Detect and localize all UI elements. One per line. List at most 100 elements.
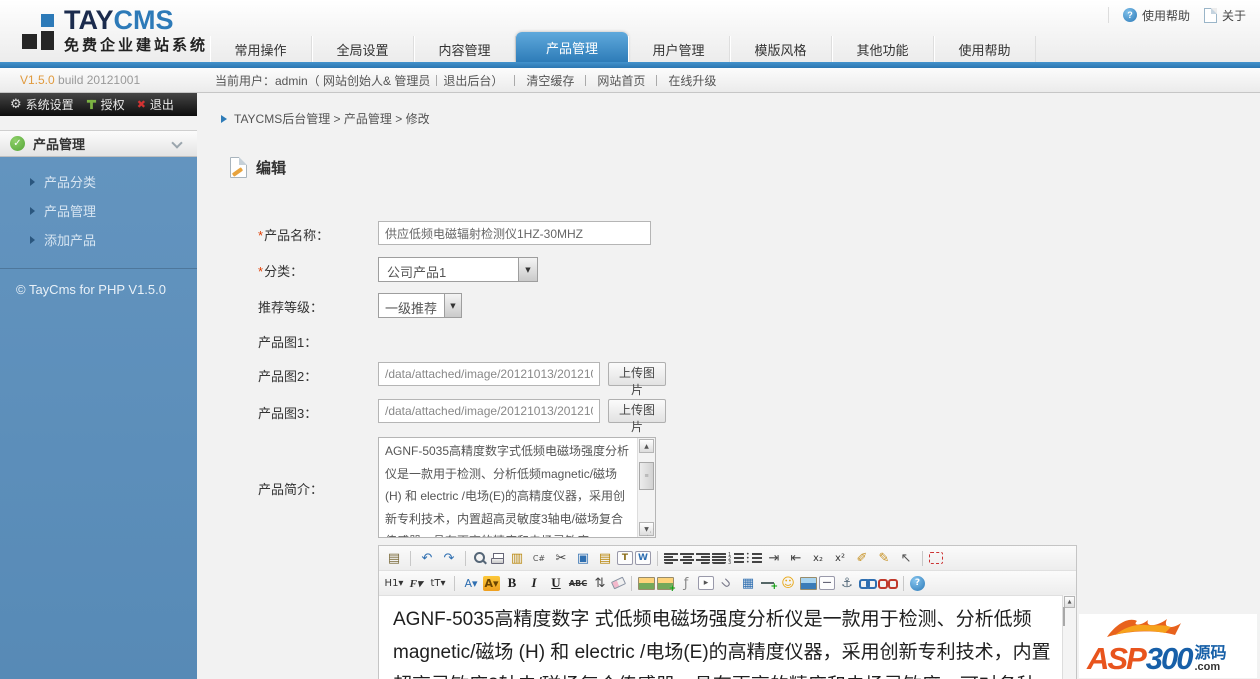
paste-icon[interactable]: ▤ xyxy=(595,548,615,568)
required-asterisk: * xyxy=(258,228,264,243)
about-icon[interactable] xyxy=(910,575,925,591)
flash-icon[interactable]: ƒ xyxy=(676,573,696,593)
dropdown-arrow-icon[interactable] xyxy=(444,294,461,317)
align-justify-icon[interactable] xyxy=(712,552,726,564)
align-left-icon[interactable] xyxy=(664,552,678,564)
quick-format-icon[interactable]: ✎ xyxy=(874,548,894,568)
horizontal-rule-icon[interactable] xyxy=(760,577,778,592)
unlink-icon[interactable] xyxy=(878,577,898,589)
format-brush-icon[interactable]: ✐ xyxy=(852,548,872,568)
line-height-icon[interactable]: ⇅ xyxy=(590,573,610,593)
indent-icon[interactable]: ⇥ xyxy=(764,548,784,568)
help-link[interactable]: 使用帮助 xyxy=(1122,7,1190,24)
template-icon[interactable]: ▥ xyxy=(507,548,527,568)
clear-cache-link[interactable]: 清空缓存 xyxy=(526,72,574,89)
tab-content-mgmt[interactable]: 内容管理 xyxy=(414,36,516,62)
tab-user-mgmt[interactable]: 用户管理 xyxy=(628,36,730,62)
font-size-icon[interactable]: tT▾ xyxy=(428,573,448,593)
tab-template-style[interactable]: 模版风格 xyxy=(730,36,832,62)
scroll-up-icon[interactable]: ▲ xyxy=(639,439,654,453)
table-icon[interactable]: ▦ xyxy=(738,573,758,593)
paste-as-text-icon[interactable]: T xyxy=(617,551,633,565)
image-icon[interactable] xyxy=(638,576,655,590)
product-image2-input[interactable] xyxy=(378,362,600,386)
sidebar-item-product-mgmt[interactable]: 产品管理 xyxy=(0,196,197,225)
text-color-icon[interactable]: A▾ xyxy=(461,573,481,593)
highlight-color-icon[interactable]: A▾ xyxy=(483,575,500,591)
undo-icon[interactable]: ↶ xyxy=(417,548,437,568)
site-home-link[interactable]: 网站首页 xyxy=(597,72,645,89)
main-nav-tabs: 常用操作 全局设置 内容管理 产品管理 用户管理 模版风格 其他功能 使用帮助 xyxy=(210,32,1036,62)
page-icon xyxy=(1203,7,1217,23)
product-intro-textarea[interactable]: AGNF-5035高精度数字式低频电磁场强度分析仪是一款用于检测、分析低频mag… xyxy=(378,437,656,538)
scrollbar-thumb[interactable] xyxy=(1063,607,1065,626)
tab-common-ops[interactable]: 常用操作 xyxy=(210,36,312,62)
paste-from-word-icon[interactable]: W xyxy=(635,551,651,565)
strikethrough-icon[interactable]: ABC xyxy=(568,573,588,593)
attachment-icon[interactable]: ∪ xyxy=(712,569,740,597)
bold-icon[interactable]: B xyxy=(502,573,522,593)
editor-content[interactable]: AGNF-5035高精度数字 式低频电磁场强度分析仪是一款用于检测、分析低频ma… xyxy=(379,595,1063,679)
multi-image-icon[interactable] xyxy=(657,576,676,594)
textarea-scrollbar[interactable]: ▲ ≡ ▼ ⋰ xyxy=(637,438,655,537)
emoticon-icon[interactable]: ☺ xyxy=(778,573,798,593)
redo-icon[interactable]: ↷ xyxy=(439,548,459,568)
required-asterisk: * xyxy=(258,264,264,279)
authorize-button[interactable]: 授权 xyxy=(86,96,125,113)
underline-icon[interactable]: U xyxy=(546,573,566,593)
tab-product-mgmt[interactable]: 产品管理 xyxy=(516,32,628,62)
asp300-watermark: ASP 300 源码 .com xyxy=(1079,614,1257,678)
online-upgrade-link[interactable]: 在线升级 xyxy=(668,72,716,89)
map-icon[interactable] xyxy=(800,576,817,590)
sidebar-item-product-category[interactable]: 产品分类 xyxy=(0,167,197,196)
logout-link[interactable]: 退出后台 xyxy=(443,72,491,89)
scroll-up-icon[interactable]: ▲ xyxy=(1064,596,1075,608)
tab-other-functions[interactable]: 其他功能 xyxy=(832,36,934,62)
subscript-icon[interactable]: x₂ xyxy=(808,548,828,568)
heading-icon[interactable]: H1▾ xyxy=(384,573,404,593)
align-right-icon[interactable] xyxy=(696,552,710,564)
tab-use-help[interactable]: 使用帮助 xyxy=(934,36,1036,62)
outdent-icon[interactable]: ⇤ xyxy=(786,548,806,568)
align-center-icon[interactable] xyxy=(680,552,694,564)
accordion-title: 产品管理 xyxy=(33,137,86,152)
category-selected-value: 公司产品1 xyxy=(387,265,447,280)
toolbar-separator xyxy=(657,550,658,566)
page-break-icon[interactable]: — xyxy=(819,576,835,590)
separator xyxy=(436,74,438,86)
product-name-input[interactable] xyxy=(378,221,651,245)
scrollbar-thumb[interactable]: ≡ xyxy=(639,462,654,490)
sidebar-item-add-product[interactable]: 添加产品 xyxy=(0,225,197,254)
link-icon[interactable] xyxy=(859,577,877,589)
sidebar-accordion-product[interactable]: 产品管理 xyxy=(0,130,197,157)
preview-icon[interactable] xyxy=(472,551,488,566)
fullscreen-icon[interactable] xyxy=(929,552,943,564)
copy-icon[interactable]: ▣ xyxy=(573,548,593,568)
editor-scrollbar[interactable]: ▲ xyxy=(1062,595,1076,679)
ordered-list-icon[interactable] xyxy=(728,552,744,565)
font-family-icon[interactable]: F▾ xyxy=(406,573,426,593)
upload-image3-button[interactable]: 上传图片 xyxy=(608,399,666,434)
select-all-icon[interactable]: ↖ xyxy=(896,548,916,568)
unordered-list-icon[interactable] xyxy=(746,552,762,565)
logo-tagline: 免费企业建站系统 xyxy=(64,37,209,54)
upload-image2-button[interactable]: 上传图片 xyxy=(608,362,666,397)
code-icon[interactable]: C# xyxy=(529,548,549,568)
italic-icon[interactable]: I xyxy=(524,573,544,593)
dropdown-arrow-icon[interactable] xyxy=(518,258,537,281)
system-settings-button[interactable]: ⚙ 系统设置 xyxy=(10,96,74,113)
superscript-icon[interactable]: x² xyxy=(830,548,850,568)
remove-format-icon[interactable] xyxy=(610,576,627,590)
about-link[interactable]: 关于 xyxy=(1203,7,1246,24)
print-icon[interactable] xyxy=(490,552,505,565)
resize-grip-icon[interactable]: ⋰ xyxy=(646,527,655,538)
cut-icon[interactable]: ✂ xyxy=(551,548,571,568)
category-select[interactable]: 公司产品1 xyxy=(378,257,538,282)
product-image3-input[interactable] xyxy=(378,399,600,423)
tab-global-settings[interactable]: 全局设置 xyxy=(312,36,414,62)
exit-button[interactable]: ✖ 退出 xyxy=(137,96,174,113)
build-number: build 20121001 xyxy=(58,73,141,87)
source-icon[interactable]: ▤ xyxy=(384,548,404,568)
anchor-icon[interactable]: ⚓ xyxy=(837,573,857,593)
recommend-level-select[interactable]: 一级推荐 xyxy=(378,293,462,318)
